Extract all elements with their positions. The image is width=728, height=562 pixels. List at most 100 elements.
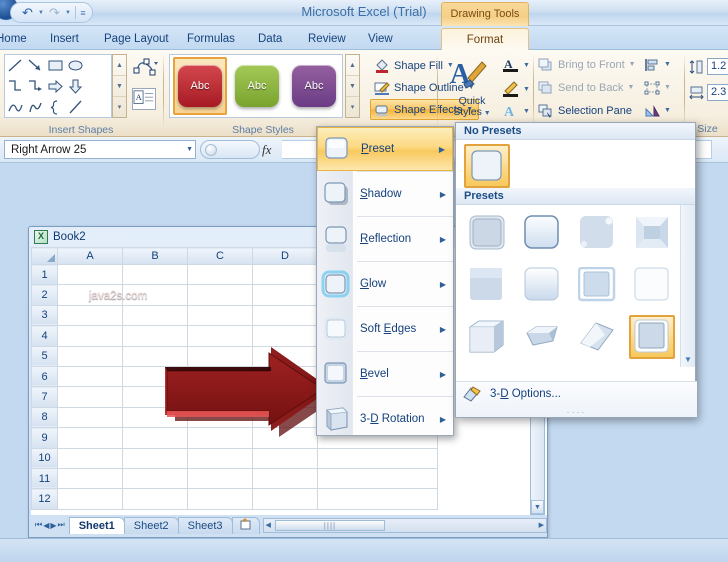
cell-b10[interactable]	[122, 447, 188, 469]
row-header-8[interactable]: 8	[31, 406, 58, 429]
next-sheet-icon[interactable]: ▶	[50, 521, 56, 530]
cell-a6[interactable]	[57, 365, 123, 388]
select-all-corner[interactable]	[31, 247, 58, 265]
arrow-shape-icon[interactable]	[27, 57, 44, 74]
tab-view[interactable]: View	[358, 28, 403, 50]
rotate-button[interactable]: ▼	[644, 101, 671, 120]
cell-e12[interactable]	[317, 488, 438, 510]
tab-formulas[interactable]: Formulas	[177, 28, 245, 50]
cell-a5[interactable]	[57, 345, 123, 367]
cell-d3[interactable]	[252, 304, 318, 327]
sheet-tab-sheet3[interactable]: Sheet3	[177, 516, 233, 534]
down-arrow-block-icon[interactable]	[67, 78, 84, 95]
align-button[interactable]: ▼	[644, 55, 671, 74]
preset-9[interactable]	[464, 315, 510, 359]
menu-item-soft-edges[interactable]: Soft Edges ▶	[317, 307, 453, 351]
column-header-d[interactable]: D	[252, 247, 318, 265]
hscroll-thumb[interactable]: ||||	[274, 519, 385, 531]
row-header-11[interactable]: 11	[31, 467, 58, 490]
shape-style-swatch-2[interactable]: Abc	[230, 57, 284, 115]
3d-options-row[interactable]: 3-D Options...	[456, 382, 697, 406]
cell-c1[interactable]	[187, 263, 253, 286]
text-effects-dropdown-icon[interactable]: ▼	[523, 108, 530, 115]
menu-item-glow[interactable]: Glow ▶	[317, 262, 453, 306]
text-outline-dropdown-icon[interactable]: ▼	[523, 86, 530, 93]
edit-shape-icon[interactable]	[132, 56, 158, 80]
shape-styles-scroll[interactable]: ▲ ▼ ▾	[345, 54, 360, 118]
styles-scroll-down-icon[interactable]: ▼	[346, 76, 359, 97]
freeform-shape-icon[interactable]	[27, 99, 44, 116]
scroll-down-icon[interactable]: ▼	[531, 500, 544, 514]
row-header-5[interactable]: 5	[31, 345, 58, 367]
preset-1[interactable]	[464, 211, 510, 255]
cell-d12[interactable]	[252, 488, 318, 510]
shapes-scroll-down-icon[interactable]: ▼	[113, 76, 126, 97]
row-header-1[interactable]: 1	[31, 263, 58, 286]
hscroll-right-icon[interactable]: ▶	[537, 521, 546, 529]
shapes-gallery[interactable]	[4, 54, 112, 118]
tab-format[interactable]: Format	[441, 28, 529, 50]
menu-item-shadow[interactable]: Shadow ▶	[317, 172, 453, 216]
shape-styles-gallery[interactable]: Abc Abc Abc	[169, 54, 343, 118]
cell-b3[interactable]	[122, 304, 188, 327]
name-box-dropdown-icon[interactable]: ▼	[186, 146, 193, 153]
cell-a10[interactable]	[57, 447, 123, 469]
sheet-tab-sheet1[interactable]: Sheet1	[68, 516, 125, 534]
preset-6[interactable]	[519, 263, 565, 307]
cell-e10[interactable]	[317, 447, 438, 469]
text-effects-button[interactable]: A ▼	[502, 102, 530, 120]
shape-height-input[interactable]: 1.2	[707, 58, 728, 75]
text-fill-button[interactable]: A ▼	[502, 56, 530, 74]
tab-page-layout[interactable]: Page Layout	[94, 28, 179, 50]
diagonal-line-icon[interactable]	[67, 99, 84, 116]
preset-12[interactable]	[629, 315, 675, 359]
shapes-gallery-more-icon[interactable]: ▾	[113, 97, 126, 117]
tab-insert[interactable]: Insert	[40, 28, 89, 50]
menu-item-reflection[interactable]: Reflection ▶	[317, 217, 453, 261]
row-header-6[interactable]: 6	[31, 365, 58, 388]
styles-scroll-up-icon[interactable]: ▲	[346, 55, 359, 76]
text-box-icon[interactable]: A	[132, 88, 156, 110]
row-header-10[interactable]: 10	[31, 447, 58, 469]
insert-function-icon[interactable]: fx	[262, 142, 271, 158]
preset-10[interactable]	[519, 315, 565, 359]
last-sheet-icon[interactable]: ⏭	[58, 520, 65, 530]
preset-3[interactable]	[574, 211, 620, 255]
right-arrow-shape[interactable]	[161, 341, 341, 441]
menu-item-bevel[interactable]: Bevel ▶	[317, 352, 453, 396]
preset-11[interactable]	[574, 315, 620, 359]
column-header-b[interactable]: B	[122, 247, 188, 265]
oval-shape-icon[interactable]	[67, 57, 84, 74]
tab-data[interactable]: Data	[248, 28, 292, 50]
column-header-c[interactable]: C	[187, 247, 253, 265]
row-header-3[interactable]: 3	[31, 304, 58, 327]
prev-sheet-icon[interactable]: ◀	[43, 521, 49, 530]
rotate-dropdown-icon[interactable]: ▼	[664, 107, 671, 114]
cell-b1[interactable]	[122, 263, 188, 286]
cell-b12[interactable]	[122, 488, 188, 510]
worksheet-horizontal-scrollbar[interactable]: ◀ |||| ▶	[262, 517, 547, 533]
cell-a9[interactable]	[57, 427, 123, 449]
styles-gallery-more-icon[interactable]: ▾	[346, 97, 359, 117]
cell-c10[interactable]	[187, 447, 253, 469]
shape-width-input[interactable]: 2.3	[707, 84, 728, 101]
menu-item-preset[interactable]: Preset ▶	[317, 127, 453, 171]
selection-pane-button[interactable]: Selection Pane	[538, 101, 632, 120]
text-fill-dropdown-icon[interactable]: ▼	[523, 62, 530, 69]
cell-a7[interactable]	[57, 386, 123, 408]
group-dropdown-icon[interactable]: ▼	[664, 84, 671, 91]
cell-a11[interactable]	[57, 467, 123, 490]
cell-b11[interactable]	[122, 467, 188, 490]
preset-8[interactable]	[629, 263, 675, 307]
row-header-4[interactable]: 4	[31, 325, 58, 347]
bring-to-front-dropdown-icon[interactable]: ▼	[629, 61, 636, 68]
row-header-12[interactable]: 12	[31, 488, 58, 510]
text-outline-button[interactable]: ▼	[502, 80, 530, 98]
cell-a1[interactable]	[57, 263, 123, 286]
shapes-scroll-up-icon[interactable]: ▲	[113, 55, 126, 76]
curve-shape-icon[interactable]	[7, 99, 24, 116]
cell-a4[interactable]	[57, 325, 123, 347]
shapes-gallery-scroll[interactable]: ▲ ▼ ▾	[112, 54, 127, 118]
preset-2[interactable]	[519, 211, 565, 255]
rectangle-shape-icon[interactable]	[47, 57, 64, 74]
